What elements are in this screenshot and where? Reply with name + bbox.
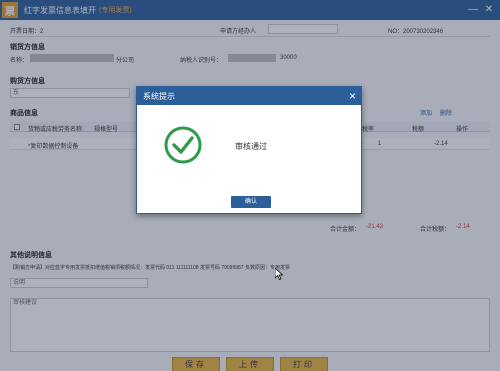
dialog-close-button[interactable]: × <box>349 88 356 104</box>
dialog-message: 审核通过 <box>235 142 267 151</box>
dialog-body: 审核通过 <box>137 105 361 191</box>
mouse-cursor-icon <box>275 268 283 280</box>
dialog-footer: 确认 <box>137 191 361 213</box>
dialog-title: 系统提示 <box>143 92 175 101</box>
success-check-icon <box>164 126 202 164</box>
dialog-header: 系统提示 × <box>137 87 361 105</box>
confirm-button[interactable]: 确认 <box>231 196 271 208</box>
system-dialog: 系统提示 × 审核通过 确认 <box>136 86 362 214</box>
